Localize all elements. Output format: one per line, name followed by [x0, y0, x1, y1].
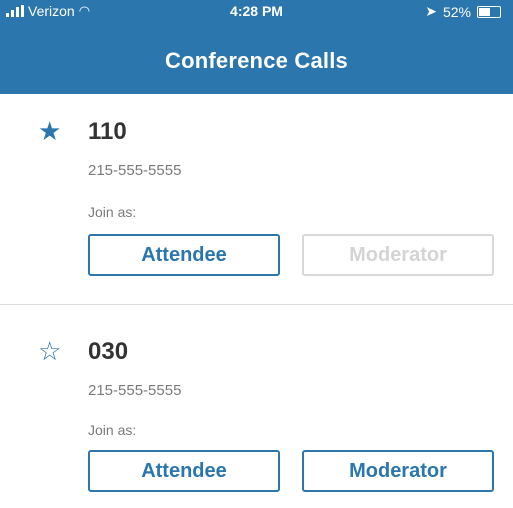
favorite-star-outline-icon[interactable]: ☆ [38, 338, 61, 364]
page-title: Conference Calls [165, 48, 348, 73]
conference-card: ☆ 030 215-555-5555 Join as: Attendee Mod… [0, 304, 513, 508]
attendee-button[interactable]: Attendee [88, 234, 280, 276]
moderator-button[interactable]: Moderator [302, 234, 494, 276]
conference-phone: 215-555-5555 [88, 162, 182, 179]
conference-card: ★ 110 215-555-5555 Join as: Attendee Mod… [0, 94, 513, 304]
moderator-button[interactable]: Moderator [302, 450, 494, 492]
join-as-label: Join as: [88, 422, 137, 438]
join-as-label: Join as: [88, 204, 137, 220]
battery-percent: 52% [442, 3, 471, 20]
favorite-star-filled-icon[interactable]: ★ [38, 118, 61, 144]
conference-phone: 215-555-5555 [88, 382, 182, 399]
status-bar: Verizon ◠ 4:28 PM ➤ 52% [0, 0, 513, 26]
location-icon: ➤ [425, 3, 437, 19]
battery-icon [477, 5, 501, 18]
attendee-button[interactable]: Attendee [88, 450, 280, 492]
status-right: ➤ 52% [425, 3, 501, 20]
conference-number: 110 [88, 118, 127, 145]
conference-number: 030 [88, 338, 129, 365]
app-header: Verizon ◠ 4:28 PM ➤ 52% Conference Calls [0, 0, 513, 94]
